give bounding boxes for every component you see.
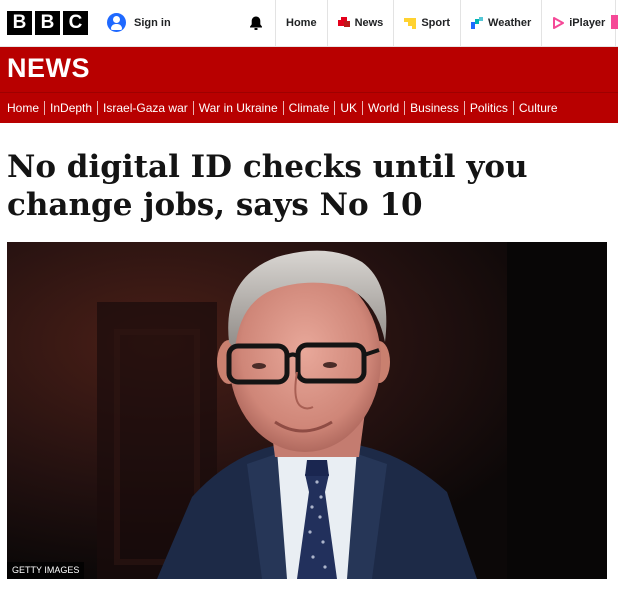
section-nav: Home InDepth Israel-Gaza war War in Ukra… bbox=[0, 92, 618, 123]
logo-letter: B bbox=[7, 11, 32, 35]
topnav-weather[interactable]: Weather bbox=[461, 0, 541, 46]
topnav-iplayer-label: iPlayer bbox=[569, 17, 606, 29]
section-title[interactable]: NEWS bbox=[7, 53, 90, 84]
logo-letter: C bbox=[63, 11, 88, 35]
bbc-logo[interactable]: B B C bbox=[7, 11, 88, 35]
top-nav: Home News Sport Weather iPlayer bbox=[275, 0, 617, 46]
news-banner: NEWS bbox=[0, 47, 618, 92]
bell-icon[interactable] bbox=[248, 15, 264, 31]
article-hero-image: GETTY IMAGES bbox=[7, 242, 607, 579]
subnav-item[interactable]: UK bbox=[335, 93, 362, 123]
logo-letter: B bbox=[35, 11, 60, 35]
image-credit: GETTY IMAGES bbox=[7, 562, 85, 579]
topnav-news-label: News bbox=[354, 17, 384, 29]
news-icon bbox=[337, 17, 350, 29]
topnav-home-label: Home bbox=[286, 17, 317, 29]
sign-in-button[interactable]: Sign in bbox=[107, 13, 171, 32]
user-icon bbox=[107, 13, 126, 32]
topnav-weather-label: Weather bbox=[488, 17, 532, 29]
subnav-item[interactable]: War in Ukraine bbox=[194, 93, 283, 123]
topnav-sport-label: Sport bbox=[421, 17, 451, 29]
subnav-item[interactable]: Culture bbox=[514, 93, 563, 123]
subnav-item[interactable]: Home bbox=[0, 93, 44, 123]
sign-in-label: Sign in bbox=[134, 16, 171, 29]
topnav-news[interactable]: News bbox=[328, 0, 394, 46]
subnav-item[interactable]: InDepth bbox=[45, 93, 97, 123]
portrait-photo bbox=[7, 242, 607, 579]
more-nav-icon[interactable] bbox=[611, 15, 618, 29]
sport-icon bbox=[404, 17, 417, 29]
subnav-item[interactable]: Israel-Gaza war bbox=[98, 93, 193, 123]
weather-icon bbox=[471, 17, 484, 29]
subnav-item[interactable]: Business bbox=[405, 93, 464, 123]
subnav-item[interactable]: World bbox=[363, 93, 404, 123]
article-headline: No digital ID checks until you change jo… bbox=[7, 149, 528, 223]
topnav-home[interactable]: Home bbox=[276, 0, 327, 46]
iplayer-icon bbox=[552, 17, 565, 29]
subnav-item[interactable]: Politics bbox=[465, 93, 513, 123]
topnav-iplayer[interactable]: iPlayer bbox=[542, 0, 615, 46]
topnav-sport[interactable]: Sport bbox=[394, 0, 460, 46]
top-bar: B B C Sign in Home News Sport Weather iP… bbox=[0, 0, 618, 47]
subnav-item[interactable]: Climate bbox=[284, 93, 335, 123]
